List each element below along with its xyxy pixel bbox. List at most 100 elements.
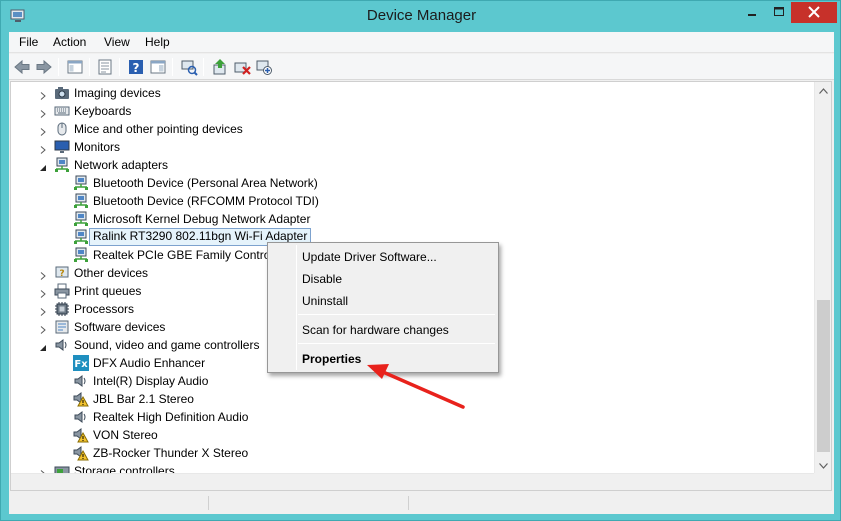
context-menu: Update Driver Software... Disable Uninst… — [267, 242, 499, 373]
collapsed-chevron-icon[interactable] — [39, 89, 47, 100]
tree-node-label: Bluetooth Device (Personal Area Network) — [93, 176, 318, 190]
scan-hardware-icon[interactable] — [180, 58, 198, 76]
tree-node-label: Network adapters — [74, 158, 169, 172]
collapsed-chevron-icon[interactable] — [39, 305, 47, 316]
collapsed-chevron-icon[interactable] — [39, 107, 47, 118]
tree-category-row[interactable]: Keyboards — [11, 102, 817, 120]
menu-action[interactable]: Action — [51, 35, 88, 49]
network-adapter-icon — [73, 229, 89, 245]
camera-icon — [54, 85, 70, 101]
status-segment — [209, 496, 409, 510]
tree-node-label: Sound, video and game controllers — [74, 338, 260, 352]
svg-text:Fx: Fx — [74, 359, 88, 370]
menu-item-scan-hardware[interactable]: Scan for hardware changes — [302, 323, 449, 337]
svg-text:?: ? — [133, 61, 140, 75]
uninstall-icon[interactable] — [233, 58, 251, 76]
add-legacy-hardware-icon[interactable] — [255, 58, 273, 76]
context-menu-separator — [298, 314, 495, 315]
close-icon — [808, 6, 820, 18]
show-hide-console-tree-icon[interactable] — [66, 58, 84, 76]
expanded-chevron-icon[interactable] — [39, 341, 47, 351]
speaker-warning-icon — [73, 391, 89, 407]
toolbar-separator — [203, 58, 204, 76]
tree-node-label: Mice and other pointing devices — [74, 122, 243, 136]
speaker-icon — [54, 337, 70, 353]
network-adapter-icon — [73, 211, 89, 227]
tree-device-row[interactable]: JBL Bar 2.1 Stereo — [11, 390, 817, 408]
tree-node-label: Realtek High Definition Audio — [93, 410, 249, 424]
tree-device-row[interactable]: Realtek High Definition Audio — [11, 408, 817, 426]
svg-text:?: ? — [59, 269, 64, 279]
toolbar-separator — [58, 58, 59, 76]
menu-help[interactable]: Help — [143, 35, 172, 49]
collapsed-chevron-icon[interactable] — [39, 125, 47, 136]
tree-node-label: VON Stereo — [93, 428, 158, 442]
tree-node-label: Imaging devices — [74, 86, 161, 100]
help-icon[interactable]: ? — [127, 58, 145, 76]
tree-node-label: Bluetooth Device (RFCOMM Protocol TDI) — [93, 194, 319, 208]
device-manager-window: Device Manager File Action View Help ? I… — [0, 0, 841, 521]
toolbar-separator — [119, 58, 120, 76]
status-segment — [9, 496, 209, 510]
tree-node-label: Processors — [74, 302, 135, 316]
vertical-scrollbar[interactable] — [814, 82, 831, 474]
tree-device-row[interactable]: ZB-Rocker Thunder X Stereo — [11, 444, 817, 462]
unknown-device-icon: ? — [54, 265, 70, 281]
title-bar[interactable]: Device Manager — [1, 1, 841, 32]
action-pane-icon[interactable] — [149, 58, 167, 76]
toolbar: ? — [9, 54, 834, 80]
menu-view[interactable]: View — [102, 35, 132, 49]
tree-category-row[interactable]: Monitors — [11, 138, 817, 156]
speaker-warning-icon — [73, 445, 89, 461]
menu-file[interactable]: File — [17, 35, 40, 49]
tree-category-row[interactable]: Mice and other pointing devices — [11, 120, 817, 138]
minimize-button[interactable] — [739, 2, 765, 23]
maximize-button[interactable] — [766, 2, 792, 23]
context-menu-separator — [298, 343, 495, 344]
menu-bar: File Action View Help — [9, 32, 834, 53]
scroll-down-arrow-icon[interactable] — [819, 463, 828, 469]
tree-device-row[interactable]: Microsoft Kernel Debug Network Adapter — [11, 210, 817, 228]
tree-category-row[interactable]: Network adapters — [11, 156, 817, 174]
close-button[interactable] — [791, 2, 837, 23]
tree-device-row[interactable]: Intel(R) Display Audio — [11, 372, 817, 390]
update-driver-icon[interactable] — [211, 58, 229, 76]
window-title: Device Manager — [366, 7, 477, 24]
tree-node-label: Microsoft Kernel Debug Network Adapter — [93, 212, 311, 226]
tree-node-label: Print queues — [74, 284, 142, 298]
back-arrow-icon[interactable] — [13, 58, 31, 76]
expanded-chevron-icon[interactable] — [39, 161, 47, 171]
menu-item-update-driver[interactable]: Update Driver Software... — [302, 250, 437, 264]
tree-node-label: Realtek PCIe GBE Family Controlle — [93, 248, 283, 262]
monitor-icon — [54, 139, 70, 155]
collapsed-chevron-icon[interactable] — [39, 269, 47, 280]
menu-item-uninstall[interactable]: Uninstall — [302, 294, 348, 308]
toolbar-separator — [172, 58, 173, 76]
software-device-icon — [54, 319, 70, 335]
collapsed-chevron-icon[interactable] — [39, 143, 47, 154]
status-bar — [9, 492, 834, 514]
properties-sheet-icon[interactable] — [96, 58, 114, 76]
tree-category-row[interactable]: Imaging devices — [11, 84, 817, 102]
tree-device-row[interactable]: Bluetooth Device (RFCOMM Protocol TDI) — [11, 192, 817, 210]
menu-item-disable[interactable]: Disable — [302, 272, 342, 286]
tree-node-label: Monitors — [74, 140, 121, 154]
forward-arrow-icon[interactable] — [35, 58, 53, 76]
network-adapter-icon — [73, 193, 89, 209]
collapsed-chevron-icon[interactable] — [39, 287, 47, 298]
scroll-up-arrow-icon[interactable] — [819, 88, 828, 94]
keyboard-icon — [54, 103, 70, 119]
tree-node-label: ZB-Rocker Thunder X Stereo — [93, 446, 249, 460]
tree-node-label: Keyboards — [74, 104, 132, 118]
tree-node-label: Other devices — [74, 266, 149, 280]
tree-device-row[interactable]: Bluetooth Device (Personal Area Network) — [11, 174, 817, 192]
tree-node-label: Intel(R) Display Audio — [93, 374, 209, 388]
tree-device-row[interactable]: VON Stereo — [11, 426, 817, 444]
mouse-icon — [54, 121, 70, 137]
menu-item-properties[interactable]: Properties — [302, 352, 361, 366]
tree-node-label: DFX Audio Enhancer — [93, 356, 206, 370]
collapsed-chevron-icon[interactable] — [39, 323, 47, 334]
horizontal-scrollbar[interactable] — [11, 473, 817, 490]
scrollbar-corner — [814, 473, 831, 490]
vertical-scroll-thumb[interactable] — [817, 300, 830, 452]
